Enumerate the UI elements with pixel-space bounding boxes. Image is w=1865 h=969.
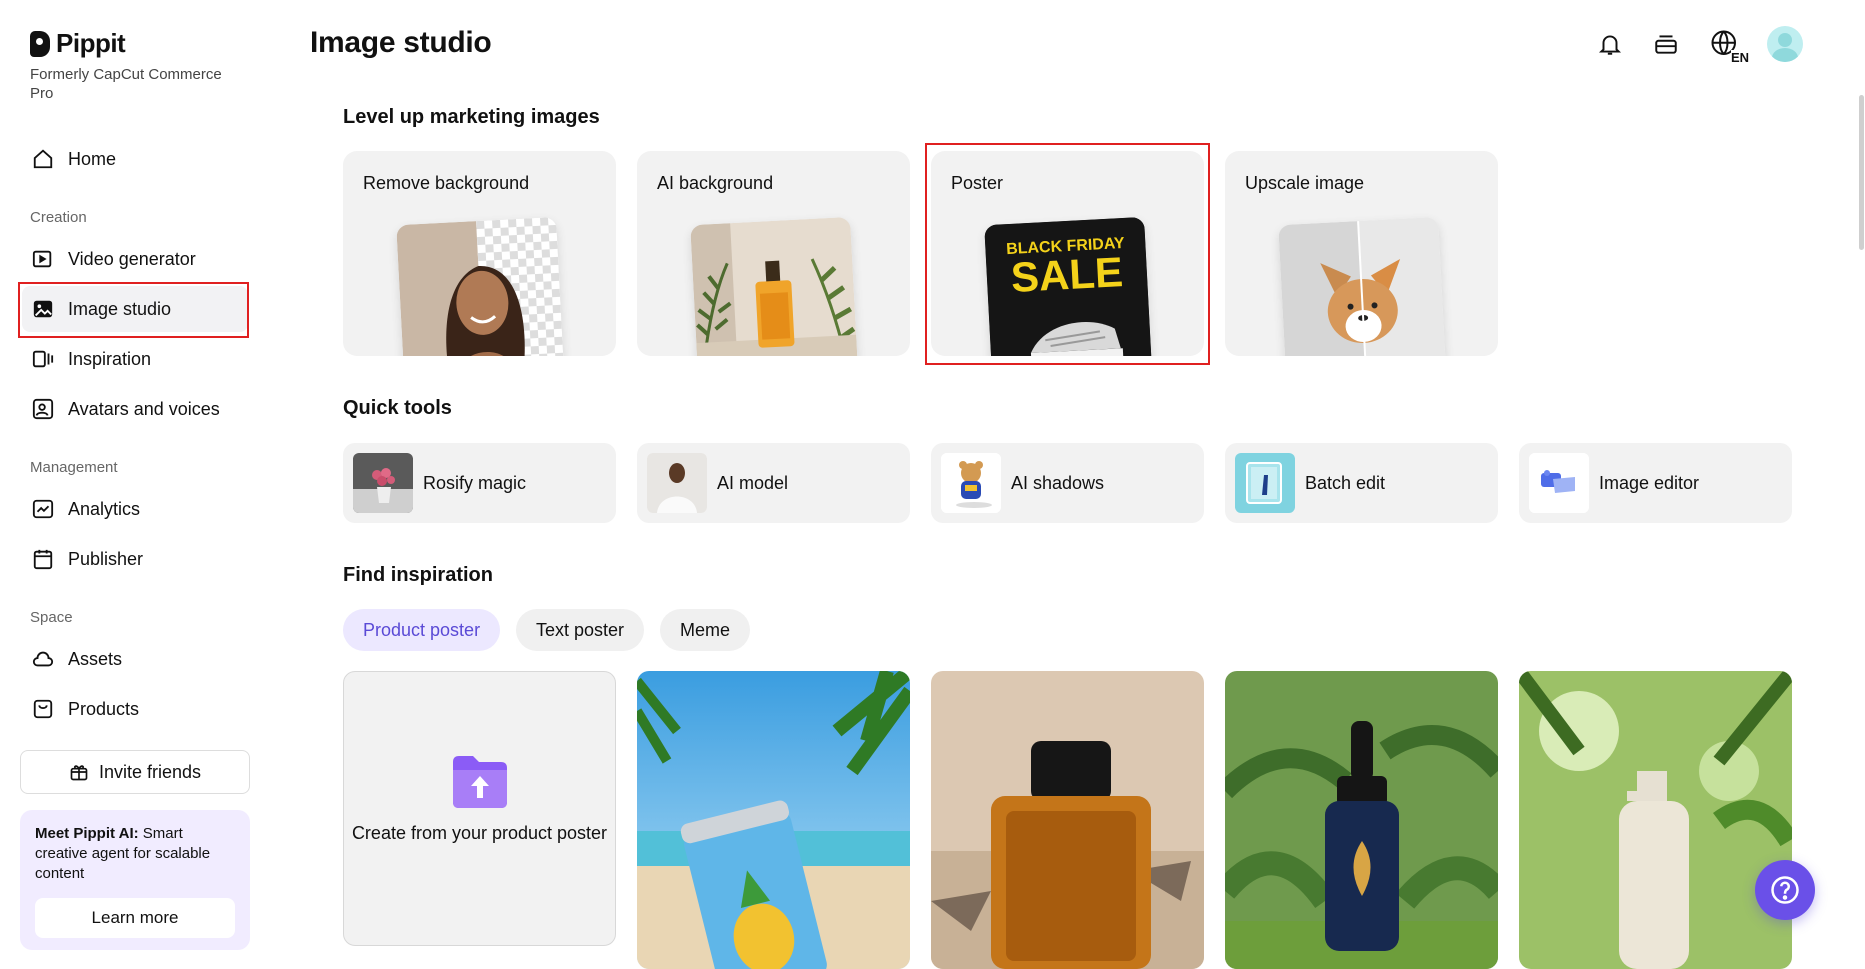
language-badge: EN [1730, 50, 1749, 65]
sidebar-item-label: Inspiration [68, 348, 152, 369]
rosify-magic-thumbnail [353, 453, 413, 513]
home-icon [30, 146, 56, 172]
sidebar-item-analytics[interactable]: Analytics [22, 486, 248, 532]
sidebar-item-image-studio[interactable]: Image studio [22, 286, 248, 332]
scrollbar-thumb[interactable] [1859, 95, 1864, 250]
feature-card-remove-background[interactable]: Remove background [343, 151, 616, 356]
section-heading-quick-tools: Quick tools [343, 397, 452, 419]
tool-card-label: AI shadows [1011, 472, 1105, 493]
upload-folder-icon [451, 752, 509, 815]
image-editor-thumbnail [1529, 453, 1589, 513]
sidebar-item-publisher[interactable]: Publisher [22, 536, 248, 582]
help-button[interactable] [1755, 860, 1815, 920]
pippit-logo[interactable]: Pippit [30, 28, 126, 59]
sidebar: Pippit Formerly CapCut Commerce Pro Home… [0, 0, 268, 969]
inspiration-icon [30, 346, 56, 372]
feature-card-label: AI background [657, 173, 774, 193]
subscription-stack-icon[interactable] [1649, 27, 1683, 61]
sidebar-item-label: Home [68, 148, 117, 169]
poster-thumbnail: BLACK FRIDAY SALE [983, 216, 1152, 356]
feature-card-label: Poster [951, 173, 1004, 193]
notification-bell-icon[interactable] [1593, 27, 1627, 61]
sidebar-item-inspiration[interactable]: Inspiration [22, 336, 248, 382]
language-globe-icon[interactable]: EN [1705, 27, 1749, 65]
tool-card-label: Batch edit [1305, 472, 1386, 493]
tool-card-label: AI model [717, 472, 789, 493]
section-heading-level-up: Level up marketing images [343, 106, 600, 128]
inspiration-card-serum-dropper[interactable] [1225, 671, 1498, 969]
sidebar-item-label: Video generator [68, 248, 196, 269]
analytics-icon [30, 496, 56, 522]
brand-formerly: Formerly CapCut Commerce Pro [30, 66, 222, 102]
learn-more-button[interactable]: Learn more [35, 898, 235, 938]
section-label-space: Space [30, 609, 73, 626]
feature-card-upscale-image[interactable]: Upscale image [1225, 151, 1498, 356]
upscale-image-thumbnail [1277, 216, 1446, 356]
calendar-icon [30, 546, 56, 572]
tab-product-poster[interactable]: Product poster [343, 609, 501, 651]
inspiration-card-beach-can[interactable] [637, 671, 910, 969]
feature-card-ai-background[interactable]: AI background [637, 151, 910, 356]
sidebar-item-products[interactable]: Products [22, 686, 248, 732]
cloud-icon [30, 646, 56, 672]
section-label-management: Management [30, 459, 118, 476]
feature-card-label: Upscale image [1245, 173, 1365, 193]
inspiration-card-perfume-bottle[interactable] [931, 671, 1204, 969]
help-question-icon [1771, 876, 1799, 904]
avatar-voice-icon [30, 396, 56, 422]
header-actions: EN [1593, 26, 1803, 65]
ai-shadows-thumbnail [941, 453, 1001, 513]
tool-card-batch-edit[interactable]: Batch edit [1225, 443, 1498, 523]
sidebar-item-label: Publisher [68, 548, 144, 569]
sidebar-item-label: Products [68, 698, 140, 719]
image-studio-icon [30, 296, 56, 322]
sidebar-item-home[interactable]: Home [22, 136, 248, 182]
video-generator-icon [30, 246, 56, 272]
tool-card-label: Image editor [1599, 472, 1700, 493]
sidebar-item-label: Analytics [68, 498, 141, 519]
tool-card-rosify-magic[interactable]: Rosify magic [343, 443, 616, 523]
user-avatar[interactable] [1767, 26, 1803, 62]
tab-meme[interactable]: Meme [660, 609, 751, 651]
poster-thumb-line2: SALE [1009, 248, 1123, 301]
sidebar-item-label: Avatars and voices [68, 398, 220, 419]
batch-edit-thumbnail [1235, 453, 1295, 513]
promo-text: Meet Pippit AI: Smart creative agent for… [35, 825, 211, 882]
page-scrollbar[interactable] [1857, 0, 1865, 969]
section-heading-find-inspiration: Find inspiration [343, 564, 493, 586]
sidebar-item-avatars-and-voices[interactable]: Avatars and voices [22, 386, 248, 432]
gift-icon [70, 765, 88, 781]
page-title: Image studio [310, 26, 492, 59]
tool-card-label: Rosify magic [423, 472, 527, 493]
pippit-logo-icon [30, 30, 50, 57]
remove-background-thumbnail [395, 216, 564, 356]
section-label-creation: Creation [30, 209, 87, 226]
ai-background-thumbnail [689, 216, 858, 356]
sidebar-item-video-generator[interactable]: Video generator [22, 236, 248, 282]
product-box-icon [30, 696, 56, 722]
feature-card-poster[interactable]: Poster BLACK FRIDAY SALE [931, 151, 1204, 356]
sidebar-item-label: Assets [68, 648, 123, 669]
tool-card-image-editor[interactable]: Image editor [1519, 443, 1792, 523]
upload-card-label: Create from your product poster [351, 823, 608, 843]
sidebar-item-label: Image studio [68, 298, 172, 319]
inspiration-card-lotion-pump[interactable] [1519, 671, 1792, 969]
tab-text-poster[interactable]: Text poster [516, 609, 645, 651]
pippit-ai-promo: Meet Pippit AI: Smart creative agent for… [20, 810, 250, 950]
invite-friends-label: Invite friends [98, 761, 202, 782]
create-from-product-poster-card[interactable]: Create from your product poster [343, 671, 616, 946]
sidebar-item-assets[interactable]: Assets [22, 636, 248, 682]
tool-card-ai-shadows[interactable]: AI shadows [931, 443, 1204, 523]
ai-model-thumbnail [647, 453, 707, 513]
tool-card-ai-model[interactable]: AI model [637, 443, 910, 523]
feature-card-label: Remove background [363, 173, 530, 193]
invite-friends-button[interactable]: Invite friends [20, 750, 250, 794]
brand-name: Pippit [56, 28, 126, 58]
